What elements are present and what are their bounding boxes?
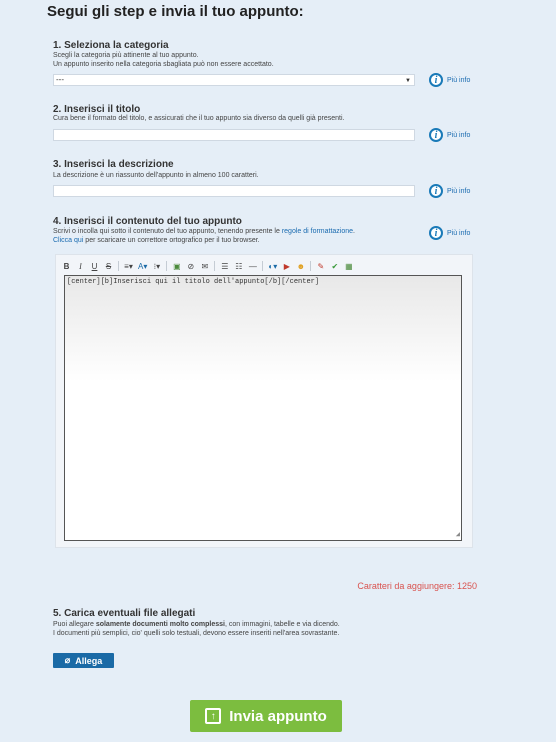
info-icon: i xyxy=(429,128,443,142)
emoticon-icon[interactable]: ☻ xyxy=(296,261,305,271)
resize-handle-icon[interactable]: ◢ xyxy=(456,530,460,539)
toolbar-divider xyxy=(262,261,264,271)
more-info-label: Più info xyxy=(447,131,471,139)
font-size-icon[interactable]: ⁝▾ xyxy=(152,261,161,271)
step5-bold-text: solamente documenti molto complessi xyxy=(95,621,225,628)
table-icon[interactable]: ▦ xyxy=(344,261,353,271)
step1-desc-line1: Scegli la categoria più attinente al tuo… xyxy=(53,52,199,59)
spellcheck-icon[interactable]: ✎ xyxy=(316,261,325,271)
font-color-icon[interactable]: A▾ xyxy=(138,261,147,271)
step5-heading: 5. Carica eventuali file allegati xyxy=(53,608,196,619)
color-picker-icon[interactable]: ◐▾ xyxy=(268,261,277,271)
youtube-icon[interactable]: ▶ xyxy=(282,261,291,271)
info-icon: i xyxy=(429,226,443,240)
step3-description: La descrizione è un riassunto dell'appun… xyxy=(53,172,259,179)
content-editor: B I U S ≡▾ A▾ ⁝▾ ▣ ⊘ ✉ ☰ ☷ — ◐▾ ▶ ☻ ✎ ✔ … xyxy=(55,254,473,548)
step5-text: Puoi allegare xyxy=(53,621,96,628)
more-info-label: Più info xyxy=(447,76,471,84)
more-info-title[interactable]: i Più info xyxy=(429,127,470,143)
step1-desc-line2: Un appunto inserito nella categoria sbag… xyxy=(53,61,274,68)
email-icon[interactable]: ✉ xyxy=(200,261,209,271)
spellchecker-link[interactable]: Clicca qui xyxy=(53,237,83,244)
toolbar-divider xyxy=(214,261,216,271)
check-icon[interactable]: ✔ xyxy=(330,261,339,271)
title-input[interactable] xyxy=(53,129,415,141)
link-icon[interactable]: ⊘ xyxy=(186,261,195,271)
attach-button[interactable]: ⌀ Allega xyxy=(53,653,114,668)
step4-description: Scrivi o incolla qui sotto il contenuto … xyxy=(53,227,355,245)
horizontal-rule-icon[interactable]: — xyxy=(248,261,257,271)
underline-button[interactable]: U xyxy=(90,261,99,271)
step5-description: Puoi allegare solamente documenti molto … xyxy=(53,620,340,638)
italic-button[interactable]: I xyxy=(76,261,85,271)
editor-toolbar: B I U S ≡▾ A▾ ⁝▾ ▣ ⊘ ✉ ☰ ☷ — ◐▾ ▶ ☻ ✎ ✔ … xyxy=(62,259,464,273)
submit-button[interactable]: ↑ Invia appunto xyxy=(190,700,342,732)
editor-content: [center][b]Inserisci qui il titolo dell'… xyxy=(67,278,320,286)
align-icon[interactable]: ≡▾ xyxy=(124,261,133,271)
upload-icon: ↑ xyxy=(205,708,222,724)
step5-text: , con immagini, tabelle e via dicendo. xyxy=(224,621,340,628)
info-icon: i xyxy=(429,184,443,198)
info-icon: i xyxy=(429,73,443,87)
step4-text: . xyxy=(353,228,355,235)
attach-label: Allega xyxy=(75,655,103,666)
more-info-category[interactable]: i Più info xyxy=(429,72,470,88)
characters-remaining: Caratteri da aggiungere: 1250 xyxy=(357,581,477,591)
category-select-value: --- xyxy=(56,75,64,84)
formatting-rules-link[interactable]: regole di formattazione xyxy=(282,228,353,235)
toolbar-divider xyxy=(166,261,168,271)
step4-text: per scaricare un correttore ortografico … xyxy=(83,237,260,244)
chevron-down-icon: ▼ xyxy=(405,78,411,84)
step4-desc-line1: Scrivi o incolla qui sotto il contenuto … xyxy=(53,227,355,236)
toolbar-divider xyxy=(118,261,119,271)
more-info-label: Più info xyxy=(447,229,471,237)
step5-desc-line2: I documenti più semplici, cio' quelli so… xyxy=(53,630,340,637)
more-info-content[interactable]: i Più info xyxy=(429,225,470,241)
step5-desc-line1: Puoi allegare solamente documenti molto … xyxy=(53,620,340,629)
page-title: Segui gli step e invia il tuo appunto: xyxy=(47,3,304,20)
step3-heading: 3. Inserisci la descrizione xyxy=(53,159,174,170)
bullet-list-icon[interactable]: ☰ xyxy=(220,261,229,271)
description-input[interactable] xyxy=(53,185,415,197)
step4-text: Scrivi o incolla qui sotto il contenuto … xyxy=(53,228,282,235)
image-icon[interactable]: ▣ xyxy=(172,261,181,271)
step1-description: Scegli la categoria più attinente al tuo… xyxy=(53,51,274,69)
step2-description: Cura bene il formato del titolo, e assic… xyxy=(53,115,345,122)
submit-label: Invia appunto xyxy=(229,707,327,725)
step1-heading: 1. Seleziona la categoria xyxy=(53,40,169,51)
bold-button[interactable]: B xyxy=(62,261,71,271)
numbered-list-icon[interactable]: ☷ xyxy=(234,261,243,271)
step4-desc-line2: Clicca qui per scaricare un correttore o… xyxy=(53,236,355,245)
toolbar-divider xyxy=(310,261,312,271)
step4-heading: 4. Inserisci il contenuto del tuo appunt… xyxy=(53,216,242,227)
paperclip-icon: ⌀ xyxy=(64,655,71,665)
more-info-label: Più info xyxy=(447,187,471,195)
category-select[interactable]: --- ▼ xyxy=(53,74,415,86)
more-info-description[interactable]: i Più info xyxy=(429,183,470,199)
strikethrough-button[interactable]: S xyxy=(104,261,113,271)
editor-textarea[interactable]: [center][b]Inserisci qui il titolo dell'… xyxy=(64,275,462,541)
